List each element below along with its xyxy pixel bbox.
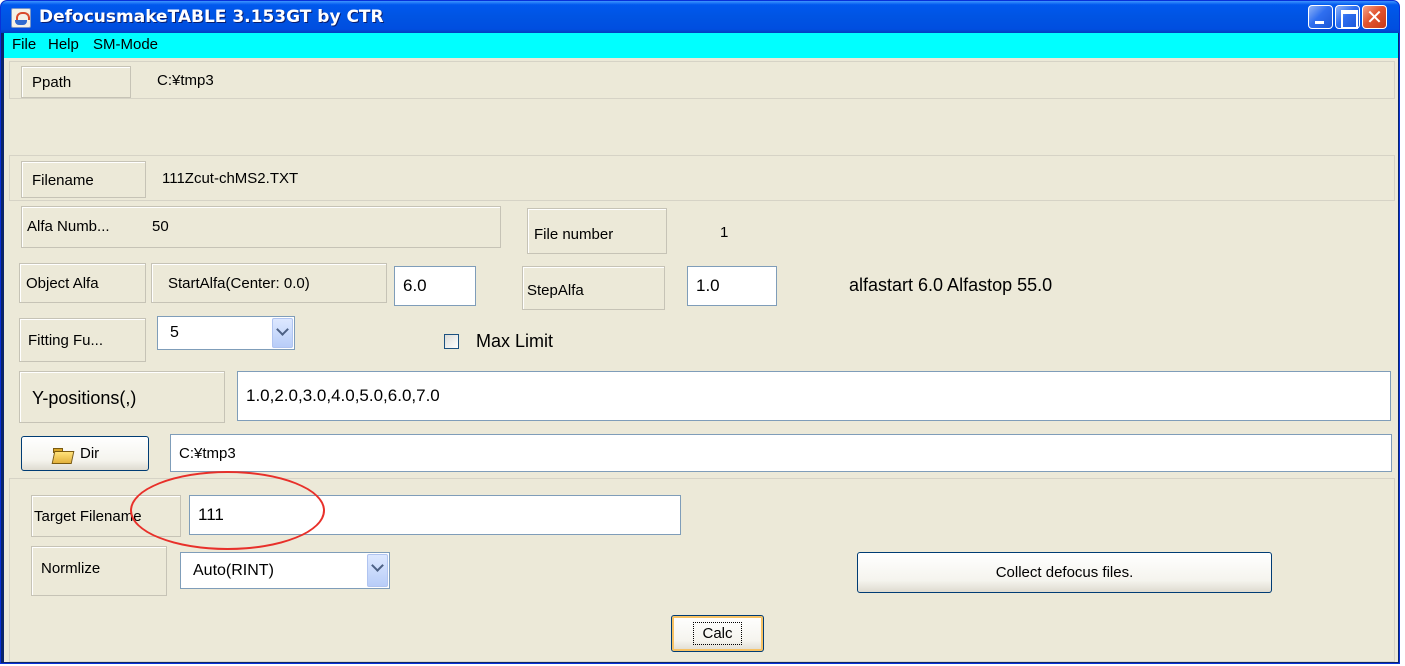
calc-button[interactable]: Calc [671, 615, 764, 652]
main-panel: Ppath C:¥tmp3 Filename 111Zcut-chMS2.TXT… [4, 58, 1398, 662]
fitting-function-value: 5 [170, 324, 179, 341]
normalize-label: Normlize [41, 560, 101, 577]
dir-path-input[interactable]: C:¥tmp3 [170, 434, 1392, 472]
normalize-select[interactable]: Auto(RINT) [180, 552, 390, 589]
filename-value: 111Zcut-chMS2.TXT [162, 170, 299, 187]
step-alfa-label-cell: StepAlfa [522, 266, 665, 310]
y-positions-label: Y-positions(,) [32, 388, 137, 408]
ppath-row [9, 61, 1395, 99]
menu-sm-mode[interactable]: SM-Mode [93, 36, 158, 53]
file-number-value: 1 [720, 224, 729, 241]
step-alfa-input[interactable]: 1.0 [687, 266, 777, 306]
max-limit-checkbox[interactable] [444, 334, 459, 349]
app-window: DefocusmakeTABLE 3.153GT by CTR ✕ File H… [0, 0, 1400, 664]
filename-label-cell: Filename [21, 161, 146, 198]
filename-label: Filename [32, 172, 94, 189]
fitting-label: Fitting Fu... [28, 332, 104, 349]
menu-bar: File Help SM-Mode [4, 33, 1398, 58]
ppath-value: C:¥tmp3 [157, 72, 214, 89]
title-bar[interactable]: DefocusmakeTABLE 3.153GT by CTR ✕ [1, 1, 1399, 33]
chevron-down-icon[interactable] [367, 554, 388, 587]
object-alfa-label-cell: Object Alfa [19, 263, 146, 303]
java-coffee-cup-icon[interactable] [11, 8, 31, 28]
window-title: DefocusmakeTABLE 3.153GT by CTR [39, 7, 384, 27]
ppath-label-cell: Ppath [21, 66, 131, 98]
calc-button-label: Calc [693, 622, 742, 645]
normalize-label-cell: Normlize [31, 546, 167, 596]
file-number-label-cell: File number [527, 208, 667, 254]
alfa-number-label: Alfa Numb... [27, 218, 110, 235]
ppath-label: Ppath [32, 74, 72, 91]
max-limit-label[interactable]: Max Limit [476, 331, 553, 352]
start-alfa-label-cell: StartAlfa(Center: 0.0) [151, 263, 387, 303]
object-alfa-label: Object Alfa [26, 275, 99, 292]
alfa-number-cell: Alfa Numb... 50 [21, 206, 501, 248]
start-alfa-label: StartAlfa(Center: 0.0) [168, 275, 310, 292]
fitting-function-select[interactable]: 5 [157, 316, 295, 350]
normalize-value: Auto(RINT) [193, 561, 274, 579]
target-filename-label-cell: Target Filename [31, 495, 181, 537]
file-number-label: File number [534, 226, 614, 243]
maximize-button[interactable] [1335, 5, 1360, 29]
dir-button-label: Dir [80, 445, 100, 462]
alfa-number-value: 50 [152, 218, 169, 235]
y-positions-input[interactable]: 1.0,2.0,3.0,4.0,5.0,6.0,7.0 [237, 371, 1391, 421]
alfa-range-summary: alfastart 6.0 Alfastop 55.0 [849, 275, 1053, 295]
fitting-label-cell: Fitting Fu... [19, 318, 146, 362]
collect-defocus-files-button[interactable]: Collect defocus files. [857, 552, 1272, 593]
minimize-button[interactable] [1308, 5, 1333, 29]
dir-button[interactable]: Dir [21, 436, 149, 471]
collect-defocus-files-label: Collect defocus files. [995, 564, 1134, 581]
y-positions-label-cell: Y-positions(,) [19, 371, 225, 423]
start-alfa-input[interactable]: 6.0 [394, 266, 476, 306]
menu-file[interactable]: File [12, 36, 36, 53]
step-alfa-label: StepAlfa [527, 282, 584, 299]
open-folder-icon [53, 448, 73, 463]
chevron-down-icon[interactable] [272, 318, 293, 348]
close-button[interactable]: ✕ [1362, 5, 1387, 29]
target-filename-input[interactable]: 111 [189, 495, 681, 535]
close-icon: ✕ [1366, 5, 1383, 29]
target-filename-label: Target Filename [34, 508, 142, 525]
menu-help[interactable]: Help [48, 36, 79, 53]
